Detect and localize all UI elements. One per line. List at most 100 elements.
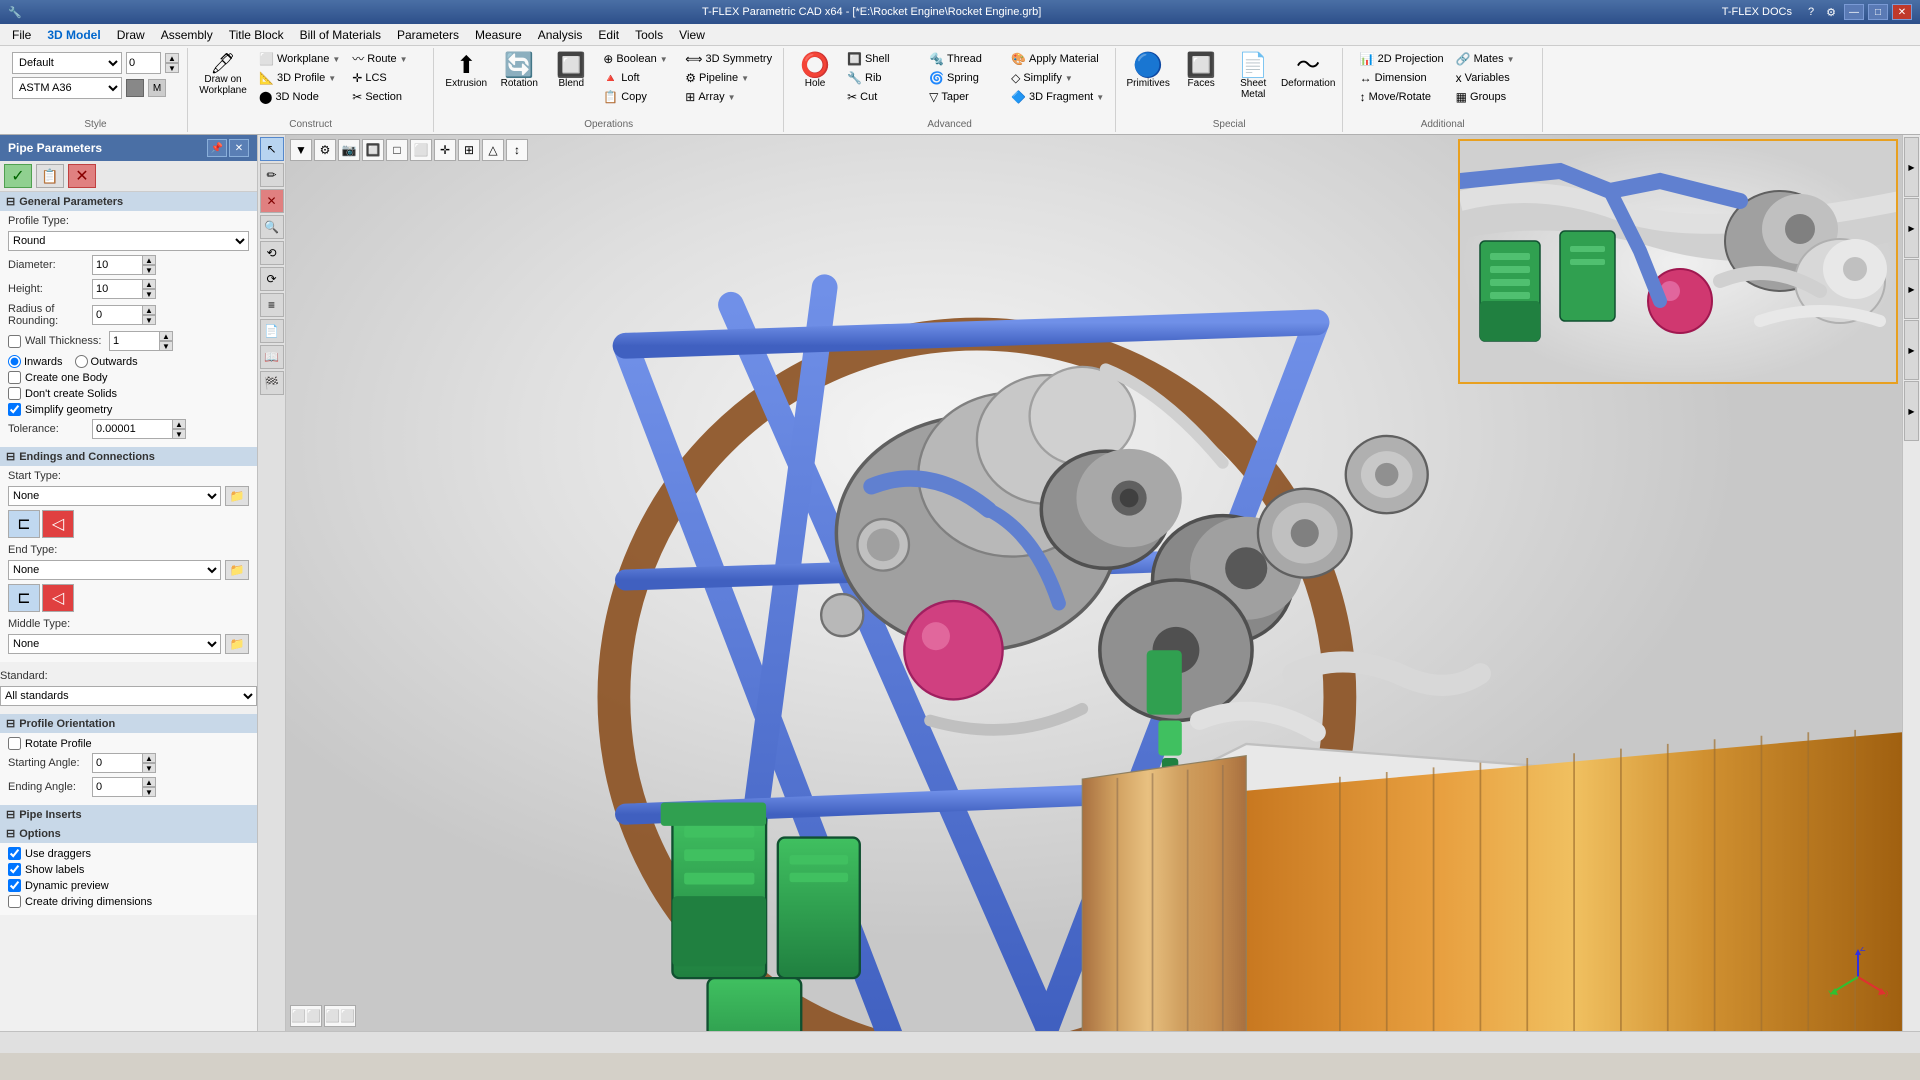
end-type-edit-btn[interactable]: 📁 [225, 560, 249, 580]
variables-btn[interactable]: x Variables [1451, 69, 1531, 87]
3d-node-btn[interactable]: ⬤ 3D Node [254, 88, 345, 106]
menu-parameters[interactable]: Parameters [389, 26, 467, 44]
profile-type-select[interactable]: Round Square [8, 231, 249, 251]
radius-down[interactable]: ▼ [142, 315, 156, 325]
sidebar-flag-btn[interactable]: 🏁 [260, 371, 284, 395]
shell-btn[interactable]: 🔲 Shell [842, 50, 922, 68]
minimize-button[interactable]: — [1844, 4, 1864, 20]
options-header[interactable]: ⊟ Options [0, 824, 257, 843]
start-icon-1[interactable]: ⊏ [8, 510, 40, 538]
groups-btn[interactable]: ▦ Groups [1451, 88, 1531, 106]
dynamic-preview-checkbox[interactable] [8, 879, 21, 892]
vp-axes-btn[interactable]: ✛ [434, 139, 456, 161]
hole-btn[interactable]: ⭕ Hole [790, 50, 840, 93]
sidebar-list-btn[interactable]: ≡ [260, 293, 284, 317]
vp-camera-btn[interactable]: 📷 [338, 139, 360, 161]
menu-tools[interactable]: Tools [627, 26, 671, 44]
settings-btn[interactable]: ⚙ [1822, 6, 1840, 19]
vp-split-v-btn[interactable]: ⬜⬜ [324, 1005, 356, 1027]
extrusion-btn[interactable]: ⬆ Extrusion [440, 50, 492, 93]
width-input[interactable] [126, 52, 161, 74]
show-labels-checkbox[interactable] [8, 863, 21, 876]
draw-on-workplane-btn[interactable]: 🖊 Draw onWorkplane [194, 50, 252, 100]
tolerance-up[interactable]: ▲ [172, 419, 186, 429]
sidebar-book-btn[interactable]: 📖 [260, 345, 284, 369]
section-btn[interactable]: ✂ Section [347, 88, 427, 106]
pipeline-btn[interactable]: ⚙ Pipeline▼ [680, 69, 777, 87]
default-style-select[interactable]: Default [12, 52, 122, 74]
menu-bom[interactable]: Bill of Materials [292, 26, 389, 44]
help-btn[interactable]: ? [1804, 6, 1818, 18]
taper-btn[interactable]: ▽ Taper [924, 88, 1004, 106]
standard-select[interactable]: All standards [0, 686, 257, 706]
right-sidebar-btn-2[interactable]: ▶ [1904, 198, 1919, 258]
mates-btn[interactable]: 🔗 Mates▼ [1451, 50, 1531, 68]
material-btn[interactable]: M [148, 79, 166, 97]
menu-titleblock[interactable]: Title Block [221, 26, 292, 44]
array-btn[interactable]: ⊞ Array▼ [680, 88, 777, 106]
cut-btn[interactable]: ✂ Cut [842, 88, 922, 106]
right-sidebar-btn-3[interactable]: ▶ [1904, 259, 1919, 319]
confirm-btn[interactable]: ✓ [4, 164, 32, 188]
rib-btn[interactable]: 🔧 Rib [842, 69, 922, 87]
lcs-btn[interactable]: ✛ LCS [347, 69, 427, 87]
primitives-btn[interactable]: 🔵 Primitives [1122, 50, 1174, 93]
middle-type-edit-btn[interactable]: 📁 [225, 634, 249, 654]
deformation-btn[interactable]: 〜 Deformation [1280, 50, 1336, 93]
end-type-select[interactable]: None [8, 560, 221, 580]
sidebar-cancel-btn[interactable]: ✕ [260, 189, 284, 213]
tolerance-input[interactable] [92, 419, 172, 439]
general-params-header[interactable]: ⊟ General Parameters [0, 192, 257, 211]
loft-btn[interactable]: 🔺 Loft [598, 69, 678, 87]
main-viewport[interactable]: ▼ ⚙ 📷 🔲 □ ⬜ ✛ ⊞ △ ↕ [286, 135, 1902, 1031]
apply-material-btn[interactable]: 🎨 Apply Material [1006, 50, 1109, 68]
end-angle-up[interactable]: ▲ [142, 777, 156, 787]
sidebar-edit-btn[interactable]: ✏ [260, 163, 284, 187]
thickness-up[interactable]: ▲ [159, 331, 173, 341]
menu-view[interactable]: View [671, 26, 713, 44]
color-picker[interactable] [126, 79, 144, 97]
create-one-body-checkbox[interactable] [8, 371, 21, 384]
starting-angle-input[interactable] [92, 753, 142, 773]
menu-assembly[interactable]: Assembly [153, 26, 221, 44]
menu-measure[interactable]: Measure [467, 26, 530, 44]
vp-arrow-btn[interactable]: ↕ [506, 139, 528, 161]
vp-plane-btn[interactable]: ⬜ [410, 139, 432, 161]
width-down[interactable]: ▼ [165, 63, 179, 73]
menu-edit[interactable]: Edit [590, 26, 627, 44]
tolerance-down[interactable]: ▼ [172, 429, 186, 439]
start-type-edit-btn[interactable]: 📁 [225, 486, 249, 506]
sidebar-zoom-btn[interactable]: 🔍 [260, 215, 284, 239]
outwards-radio[interactable] [75, 355, 88, 368]
wall-thickness-checkbox[interactable] [8, 335, 21, 348]
2d-projection-btn[interactable]: 📊 2D Projection [1355, 50, 1449, 68]
rotation-btn[interactable]: 🔄 Rotation [494, 50, 544, 93]
thickness-down[interactable]: ▼ [159, 341, 173, 351]
end-icon-2[interactable]: ◁ [42, 584, 74, 612]
cancel-btn[interactable]: ✕ [68, 164, 96, 188]
use-draggers-checkbox[interactable] [8, 847, 21, 860]
3d-fragment-btn[interactable]: 🔷 3D Fragment▼ [1006, 88, 1109, 106]
pipe-inserts-header[interactable]: ⊟ Pipe Inserts [0, 805, 257, 824]
right-sidebar-btn-1[interactable]: ▶ [1904, 137, 1919, 197]
radius-up[interactable]: ▲ [142, 305, 156, 315]
menu-3dmodel[interactable]: 3D Model [39, 26, 108, 44]
sidebar-cursor-btn[interactable]: ↖ [260, 137, 284, 161]
height-input[interactable] [92, 279, 142, 299]
height-down[interactable]: ▼ [142, 289, 156, 299]
right-sidebar-btn-5[interactable]: ▶ [1904, 381, 1919, 441]
vp-split-h-btn[interactable]: ⬜⬜ [290, 1005, 322, 1027]
right-sidebar-btn-4[interactable]: ▶ [1904, 320, 1919, 380]
middle-type-select[interactable]: None [8, 634, 221, 654]
copy-btn[interactable]: 📋 Copy [598, 88, 678, 106]
vp-box-btn[interactable]: □ [386, 139, 408, 161]
menu-file[interactable]: File [4, 26, 39, 44]
simplify-geometry-checkbox[interactable] [8, 403, 21, 416]
dimension-btn[interactable]: ↔ Dimension [1355, 69, 1449, 87]
3d-symmetry-btn[interactable]: ⟺ 3D Symmetry [680, 50, 777, 68]
create-driving-dims-checkbox[interactable] [8, 895, 21, 908]
close-panel-btn[interactable]: ✕ [229, 139, 249, 157]
start-icon-2[interactable]: ◁ [42, 510, 74, 538]
menu-analysis[interactable]: Analysis [530, 26, 591, 44]
diameter-up[interactable]: ▲ [142, 255, 156, 265]
